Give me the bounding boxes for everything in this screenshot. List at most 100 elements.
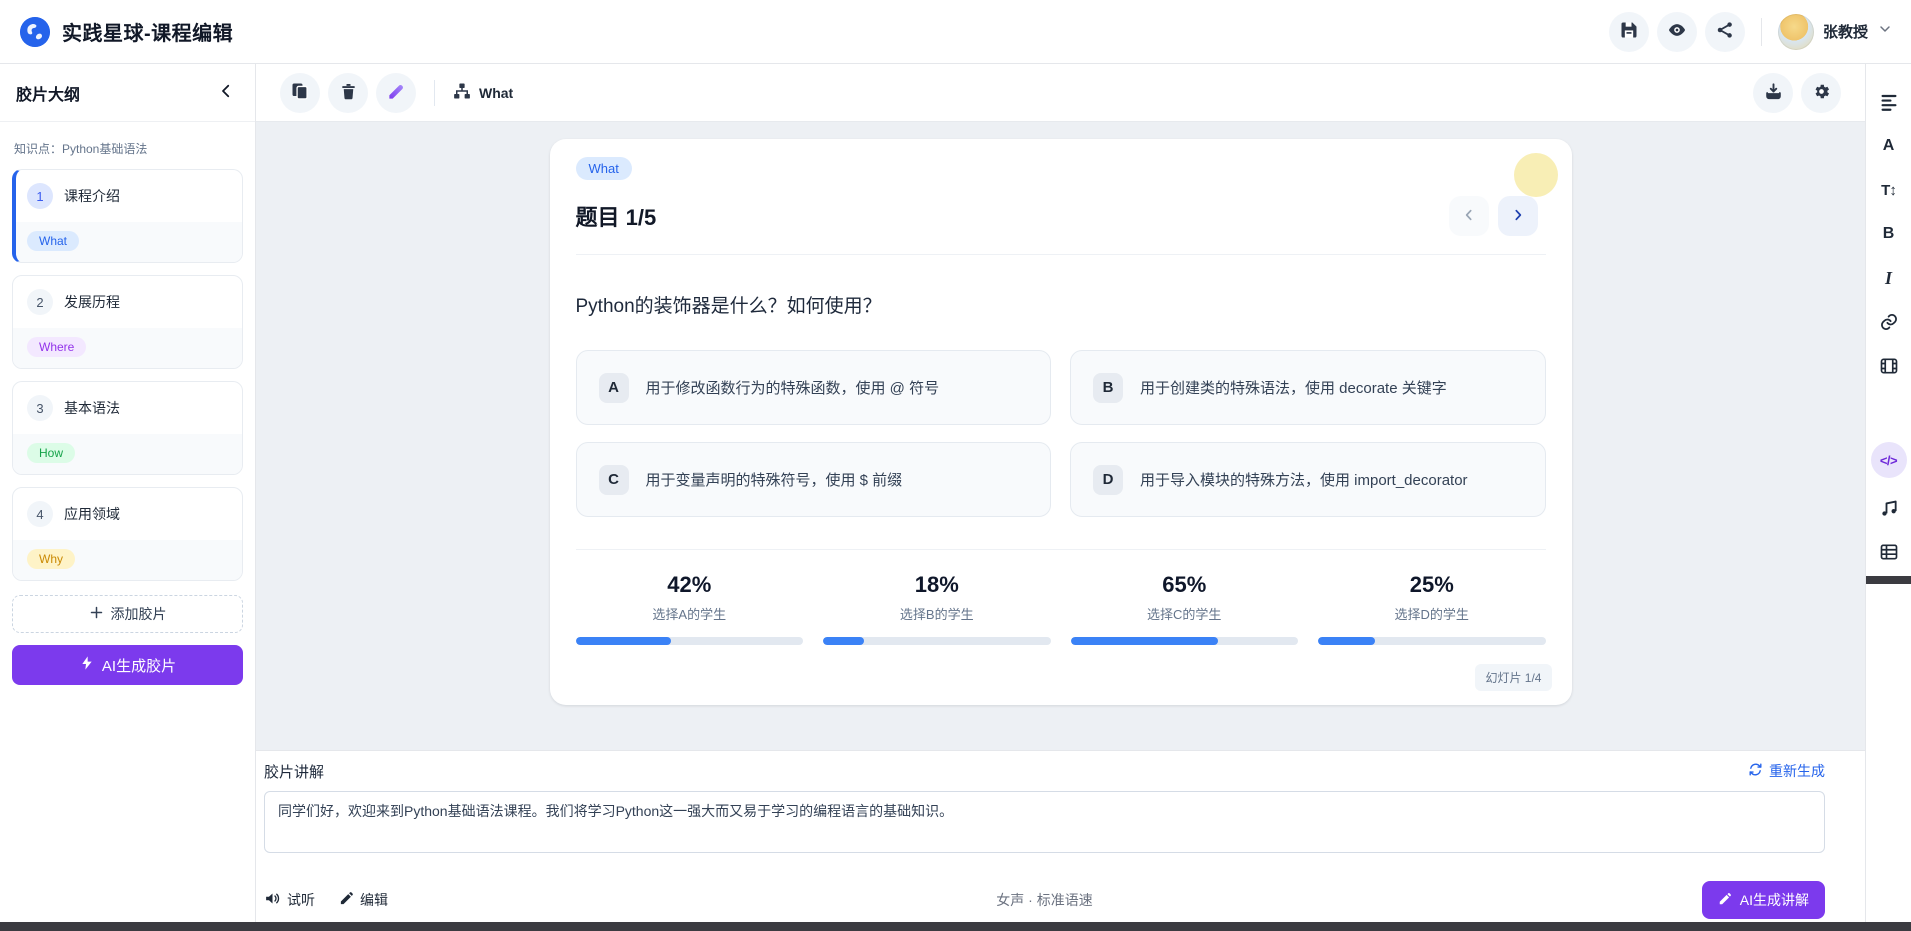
- duplicate-slide-button[interactable]: [280, 73, 320, 113]
- option-a[interactable]: A 用于修改函数行为的特殊函数，使用 @ 符号: [576, 350, 1052, 425]
- question-text: Python的装饰器是什么？如何使用？: [576, 291, 1546, 318]
- option-letter: C: [599, 465, 629, 495]
- add-slide-button[interactable]: 添加胶片: [12, 595, 243, 633]
- voice-setting-label: 女声 · 标准语速: [996, 890, 1092, 910]
- eye-icon: [1667, 20, 1687, 43]
- save-button[interactable]: [1609, 12, 1649, 52]
- outline-sidebar: 胶片大纲 知识点：Python基础语法 1 课程介绍 What: [0, 64, 256, 922]
- italic-icon[interactable]: I: [1872, 264, 1906, 292]
- progress-track: [823, 637, 1051, 645]
- progress-fill: [1071, 637, 1219, 645]
- align-left-icon[interactable]: [1872, 88, 1906, 116]
- download-button[interactable]: [1753, 73, 1793, 113]
- outline-item-title: 发展历程: [64, 292, 120, 312]
- user-name: 张教授: [1823, 21, 1868, 42]
- prev-question-button[interactable]: [1449, 196, 1489, 236]
- user-menu[interactable]: 张教授: [1778, 14, 1893, 50]
- music-icon[interactable]: [1872, 494, 1906, 522]
- progress-track: [1071, 637, 1299, 645]
- knowledge-point-label: 知识点：Python基础语法: [14, 140, 241, 157]
- download-icon: [1764, 82, 1783, 104]
- pencil-icon: [387, 82, 406, 104]
- share-button[interactable]: [1705, 12, 1745, 52]
- pencil-icon: [1718, 892, 1732, 909]
- stat-percent: 18%: [823, 572, 1051, 598]
- outline-item-number: 4: [27, 501, 53, 527]
- preview-button[interactable]: [1657, 12, 1697, 52]
- outline-item-1[interactable]: 1 课程介绍 What: [12, 169, 243, 263]
- bold-icon[interactable]: B: [1872, 220, 1906, 248]
- share-icon: [1715, 20, 1735, 43]
- outline-item-4[interactable]: 4 应用领域 Why: [12, 487, 243, 581]
- outline-item-2[interactable]: 2 发展历程 Where: [12, 275, 243, 369]
- edit-narration-button[interactable]: 编辑: [339, 890, 388, 910]
- plus-icon: [89, 605, 104, 623]
- lightning-icon: [79, 655, 95, 675]
- option-text: 用于导入模块的特殊方法，使用 import_decorator: [1140, 469, 1468, 490]
- horizontal-scrollbar[interactable]: [0, 922, 1911, 931]
- progress-fill: [823, 637, 864, 645]
- text-size-icon[interactable]: T↕: [1872, 176, 1906, 204]
- answer-stats: 42% 选择A的学生 18% 选择B的学生 65% 选择C的学生: [576, 572, 1546, 645]
- sitemap-icon: [453, 82, 471, 103]
- regenerate-button[interactable]: 重新生成: [1748, 761, 1825, 781]
- outline-item-title: 应用领域: [64, 504, 120, 524]
- slide-type-badge: Where: [27, 337, 86, 357]
- ai-generate-slides-button[interactable]: AI生成胶片: [12, 645, 243, 685]
- speaker-icon: [264, 890, 281, 910]
- option-letter: D: [1093, 465, 1123, 495]
- progress-fill: [576, 637, 672, 645]
- editor-main: What What 题目 1/5: [256, 64, 1865, 922]
- stat-label: 选择B的学生: [823, 604, 1051, 623]
- outline-item-number: 1: [27, 183, 53, 209]
- toolbar-scrollbar-thumb[interactable]: [1866, 576, 1911, 584]
- progress-track: [1318, 637, 1546, 645]
- slide-type-badge: What: [27, 231, 79, 251]
- stat-percent: 42%: [576, 572, 804, 598]
- option-b[interactable]: B 用于创建类的特殊语法，使用 decorate 关键字: [1070, 350, 1546, 425]
- trash-icon: [339, 82, 358, 104]
- slide-toolbar: What: [256, 64, 1865, 122]
- table-icon[interactable]: [1872, 538, 1906, 566]
- narration-panel: 胶片讲解 重新生成 同学们好，欢迎来到Python基础语法课程。我们将学习Pyt…: [256, 750, 1865, 922]
- edit-slide-button[interactable]: [376, 73, 416, 113]
- slide-canvas: What 题目 1/5 Python的装饰器: [256, 122, 1865, 750]
- font-icon[interactable]: A: [1872, 132, 1906, 160]
- progress-fill: [1318, 637, 1375, 645]
- option-letter: A: [599, 373, 629, 403]
- stat-b: 18% 选择B的学生: [823, 572, 1051, 645]
- card-divider: [576, 549, 1546, 550]
- toolbar-divider: [434, 80, 435, 106]
- chevron-right-icon: [1510, 207, 1526, 226]
- slide-type-badge: Why: [27, 549, 75, 569]
- sidebar-collapse-button[interactable]: [213, 78, 239, 107]
- listen-button[interactable]: 试听: [264, 890, 315, 910]
- link-icon[interactable]: [1872, 308, 1906, 336]
- card-divider: [576, 254, 1546, 255]
- stat-label: 选择C的学生: [1071, 604, 1299, 623]
- slide-type-label: What: [479, 85, 513, 101]
- slide-type-badge: How: [27, 443, 75, 463]
- next-question-button[interactable]: [1498, 196, 1538, 236]
- option-text: 用于修改函数行为的特殊函数，使用 @ 符号: [646, 377, 940, 398]
- refresh-icon: [1748, 762, 1763, 780]
- copy-icon: [290, 81, 310, 104]
- format-toolbar: A T↕ B I </>: [1865, 64, 1911, 922]
- code-icon[interactable]: </>: [1871, 442, 1907, 478]
- option-d[interactable]: D 用于导入模块的特殊方法，使用 import_decorator: [1070, 442, 1546, 517]
- chevron-left-icon: [1461, 207, 1477, 226]
- page-title: 实践星球-课程编辑: [62, 17, 233, 46]
- slide-type-indicator: What: [453, 82, 513, 103]
- narration-script-input[interactable]: 同学们好，欢迎来到Python基础语法课程。我们将学习Python这一强大而又易…: [264, 791, 1825, 853]
- settings-button[interactable]: [1801, 73, 1841, 113]
- delete-slide-button[interactable]: [328, 73, 368, 113]
- app-header: 实践星球-课程编辑 张教授: [0, 0, 1911, 64]
- avatar: [1778, 14, 1814, 50]
- ai-generate-narration-button[interactable]: AI生成讲解: [1702, 881, 1825, 919]
- option-c[interactable]: C 用于变量声明的特殊符号，使用 $ 前缀: [576, 442, 1052, 517]
- header-divider: [1761, 18, 1762, 46]
- film-icon[interactable]: [1872, 352, 1906, 380]
- outline-item-3[interactable]: 3 基本语法 How: [12, 381, 243, 475]
- progress-track: [576, 637, 804, 645]
- chevron-down-icon: [1877, 21, 1893, 42]
